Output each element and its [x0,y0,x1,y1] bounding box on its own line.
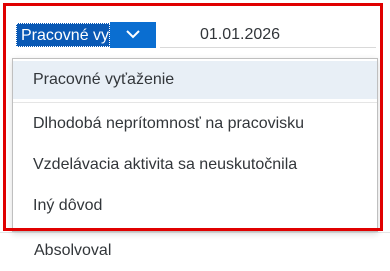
reason-select-value[interactable]: Pracovné vy [16,23,110,47]
reason-select-arrow-button[interactable] [110,22,156,48]
dropdown-item-pracovne-vytazenie[interactable]: Pracovné vyťaženie [13,61,377,99]
list-item[interactable]: Absolvoval [0,232,390,271]
dropdown-separator [13,102,377,103]
dropdown-item-dlhodoba-nepritomnost[interactable]: Dlhodobá neprítomnosť na pracovisku [13,105,377,143]
chevron-down-icon [125,26,141,44]
reason-dropdown-list: Pracovné vyťaženie Dlhodobá neprítomnosť… [12,58,378,232]
screen: Pracovné vy 01.01.2026 Pracovné vyťaženi… [0,0,390,271]
date-field[interactable]: 01.01.2026 [160,22,376,48]
reason-combo-row: Pracovné vy 01.01.2026 [12,22,382,50]
dropdown-item-iny-dovod[interactable]: Iný dôvod [13,187,377,225]
list-item-label: Absolvoval [34,242,112,259]
dropdown-item-vzdelavacia-aktivita[interactable]: Vzdelávacia aktivita sa neuskutočnila [13,146,377,184]
